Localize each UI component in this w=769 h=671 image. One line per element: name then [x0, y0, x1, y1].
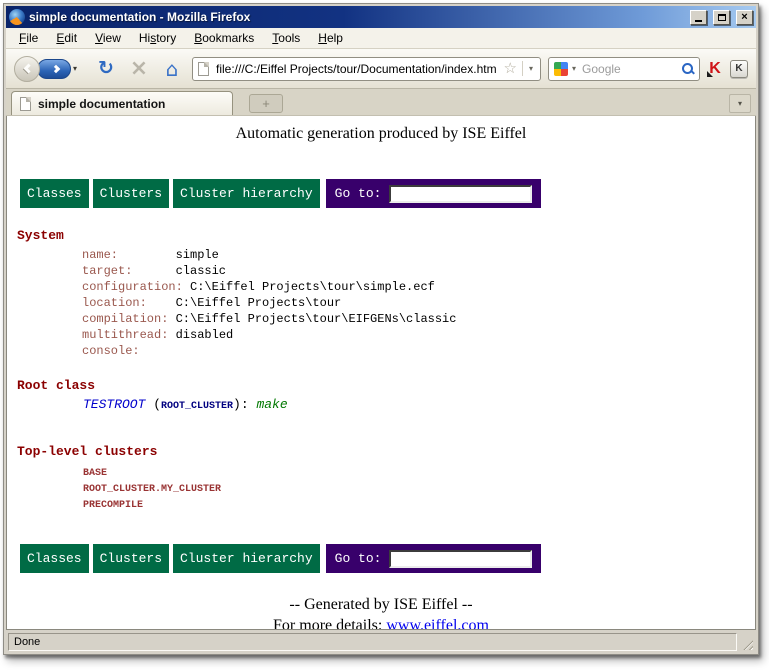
cluster-hierarchy-button[interactable]: Cluster hierarchy	[173, 179, 320, 208]
url-input[interactable]	[214, 61, 499, 77]
status-text: Done	[8, 633, 737, 651]
root-class-line: TESTROOT (ROOT_CLUSTER): make	[83, 397, 755, 427]
navigation-toolbar: ▾ ↻ × ⌂ ☆ ▾ ▾ K K	[6, 49, 756, 89]
menu-tools[interactable]: Tools	[263, 28, 309, 48]
minimize-button[interactable]	[690, 10, 707, 25]
system-properties: name:simple target:classic configuration…	[82, 247, 755, 359]
page-favicon-icon	[198, 62, 209, 76]
browser-window: simple documentation - Mozilla Firefox ×…	[3, 3, 759, 655]
goto-input[interactable]	[389, 185, 532, 203]
goto-box: Go to:	[326, 179, 542, 208]
tab-label: simple documentation	[38, 97, 165, 111]
search-input[interactable]	[580, 61, 678, 77]
system-row: compilation:C:\Eiffel Projects\tour\EIFG…	[82, 311, 755, 327]
tab-simple-documentation[interactable]: simple documentation	[11, 91, 233, 115]
details-line: For more details: www.eiffel.com	[7, 617, 755, 630]
cluster-hierarchy-button[interactable]: Cluster hierarchy	[173, 544, 320, 573]
history-dropdown-button[interactable]: ▾	[73, 64, 77, 73]
page-content: Automatic generation produced by ISE Eif…	[6, 116, 756, 630]
menu-help[interactable]: Help	[309, 28, 352, 48]
title-bar: simple documentation - Mozilla Firefox ×	[6, 6, 756, 28]
menu-file[interactable]: File	[10, 28, 47, 48]
system-row: location:C:\Eiffel Projects\tour	[82, 295, 755, 311]
generated-by-line: -- Generated by ISE Eiffel --	[7, 596, 755, 614]
list-all-tabs-button[interactable]: ▾	[729, 94, 751, 113]
system-row: target:classic	[82, 263, 755, 279]
page-title: Automatic generation produced by ISE Eif…	[7, 125, 755, 143]
top-level-clusters-heading: Top-level clusters	[17, 444, 755, 459]
goto-box: Go to:	[326, 544, 542, 573]
page-footer: -- Generated by ISE Eiffel -- For more d…	[7, 596, 755, 630]
firefox-logo-icon	[9, 9, 25, 25]
maximize-button[interactable]	[713, 10, 730, 25]
root-class-heading: Root class	[17, 378, 755, 393]
system-row: configuration:C:\Eiffel Projects\tour\si…	[82, 279, 755, 295]
google-search-engine-icon[interactable]	[554, 62, 568, 76]
goto-label: Go to:	[335, 186, 382, 201]
plus-icon: +	[262, 97, 270, 110]
doc-nav-bottom: Classes Clusters Cluster hierarchy Go to…	[20, 544, 755, 573]
status-bar: Done	[6, 631, 756, 652]
k-key-button[interactable]: K	[730, 60, 748, 78]
forward-button[interactable]	[37, 59, 71, 79]
menu-bookmarks[interactable]: Bookmarks	[185, 28, 263, 48]
home-icon: ⌂	[166, 59, 179, 79]
url-dropdown-button[interactable]: ▾	[522, 61, 535, 76]
back-button[interactable]	[14, 56, 40, 82]
root-cluster-link[interactable]: ROOT_CLUSTER	[161, 401, 233, 412]
back-forward-group: ▾	[14, 55, 86, 83]
home-button[interactable]: ⌂	[159, 56, 185, 82]
new-tab-button[interactable]: +	[249, 94, 283, 113]
cluster-link-my-cluster[interactable]: ROOT_CLUSTER.MY_CLUSTER	[83, 482, 755, 498]
stop-button[interactable]: ×	[126, 56, 152, 82]
menu-edit[interactable]: Edit	[47, 28, 86, 48]
close-icon: ×	[741, 12, 747, 23]
clusters-button[interactable]: Clusters	[93, 179, 169, 208]
clusters-button[interactable]: Clusters	[93, 544, 169, 573]
minimize-icon	[695, 20, 702, 22]
maximize-icon	[718, 14, 726, 21]
doc-nav-top: Classes Clusters Cluster hierarchy Go to…	[20, 179, 755, 208]
reload-button[interactable]: ↻	[93, 56, 119, 82]
menu-view[interactable]: View	[86, 28, 130, 48]
reload-icon: ↻	[98, 59, 114, 78]
stop-icon: ×	[130, 59, 148, 79]
tab-favicon-icon	[20, 97, 31, 111]
menu-history[interactable]: History	[130, 28, 185, 48]
goto-label: Go to:	[335, 551, 382, 566]
menu-bar: File Edit View History Bookmarks Tools H…	[6, 28, 756, 49]
goto-input[interactable]	[389, 550, 532, 568]
address-bar: ☆ ▾	[192, 57, 541, 81]
system-row: console:	[82, 343, 755, 359]
cluster-list: BASE ROOT_CLUSTER.MY_CLUSTER PRECOMPILE	[83, 466, 755, 514]
bookmark-star-icon[interactable]: ☆	[504, 61, 517, 76]
search-icon[interactable]	[682, 63, 694, 75]
back-icon	[23, 64, 33, 74]
system-row: multithread:disabled	[82, 327, 755, 343]
search-box: ▾	[548, 57, 700, 81]
kaspersky-icon[interactable]: K	[707, 60, 723, 78]
chevron-down-icon: ▾	[738, 99, 742, 108]
system-row: name:simple	[82, 247, 755, 263]
tab-bar: simple documentation + ▾	[6, 89, 756, 116]
window-title: simple documentation - Mozilla Firefox	[29, 10, 684, 24]
classes-button[interactable]: Classes	[20, 544, 89, 573]
close-button[interactable]: ×	[736, 10, 753, 25]
forward-icon	[52, 64, 60, 72]
search-engine-dropdown-button[interactable]: ▾	[572, 64, 576, 73]
cluster-link-base[interactable]: BASE	[83, 466, 755, 482]
classes-button[interactable]: Classes	[20, 179, 89, 208]
cluster-link-precompile[interactable]: PRECOMPILE	[83, 498, 755, 514]
creation-procedure-link[interactable]: make	[256, 397, 287, 412]
eiffel-website-link[interactable]: www.eiffel.com	[386, 617, 489, 630]
root-class-link[interactable]: TESTROOT	[83, 397, 145, 412]
system-heading: System	[17, 228, 755, 243]
resize-grip[interactable]	[740, 633, 754, 651]
